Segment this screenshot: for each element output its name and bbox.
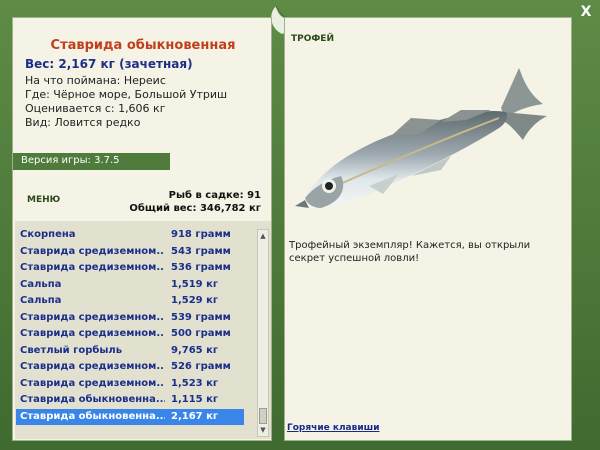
scroll-up-icon[interactable]: ▲ xyxy=(258,231,268,241)
location-info: Где: Чёрное море, Большой Утриш xyxy=(25,88,228,101)
catch-fish-weight: 1,529 кг xyxy=(171,295,219,306)
catch-fish-name: Сальпа xyxy=(20,295,62,306)
bait-info: На что поймана: Нереис xyxy=(25,74,166,87)
trophy-panel: ТРОФЕЙ Трофейный экземпляр! Кажется, вы … xyxy=(284,17,572,441)
catch-list-row[interactable]: Ставрида средиземном... 543 грамм xyxy=(16,244,244,261)
list-scrollbar[interactable]: ▲ ▼ xyxy=(257,229,269,437)
catch-fish-name: Ставрида обыкновенна... xyxy=(20,410,165,422)
fish-weight: Вес: 2,167 кг (зачетная) xyxy=(25,57,193,71)
rarity-info: Вид: Ловится редко xyxy=(25,116,141,129)
catch-fish-weight: 1,519 кг xyxy=(171,278,219,290)
catch-fish-weight: 500 грамм xyxy=(171,328,231,339)
catch-fish-name: Скорпена xyxy=(20,229,76,240)
catch-list-row[interactable]: Ставрида средиземном... 500 грамм xyxy=(16,326,244,343)
catch-fish-name: Сальпа xyxy=(20,278,62,290)
catch-fish-weight: 2,167 кг xyxy=(171,410,219,422)
version-bar: Версия игры: 3.7.5 xyxy=(13,153,170,170)
catch-fish-name: Ставрида средиземном... xyxy=(20,328,165,339)
scroll-down-icon[interactable]: ▼ xyxy=(258,425,268,435)
catch-fish-name: Ставрида средиземном... xyxy=(20,311,165,323)
catch-list-row[interactable]: Скорпена 918 грамм xyxy=(16,227,244,244)
catch-fish-weight: 1,115 кг xyxy=(171,394,219,405)
catch-fish-name: Ставрида средиземном... xyxy=(20,377,165,389)
fish-count: Рыб в садке: 91 xyxy=(168,190,261,201)
scroll-thumb[interactable] xyxy=(259,408,267,424)
catch-stats: Рыб в садке: 91 Общий вес: 346,782 кг xyxy=(129,189,261,215)
catch-fish-weight: 543 грамм xyxy=(171,245,231,257)
catch-list-row[interactable]: Ставрида обыкновенна... 2,167 кг xyxy=(16,408,244,425)
catch-fish-weight: 918 грамм xyxy=(171,229,231,240)
catch-fish-weight: 526 грамм xyxy=(171,361,231,372)
fish-title: Ставрида обыкновенная xyxy=(50,38,236,53)
catch-list-row[interactable]: Светлый горбыль 9,765 кг xyxy=(16,343,244,360)
catch-list-row[interactable]: Ставрида средиземном... 526 грамм xyxy=(16,359,244,376)
catch-fish-name: Ставрида обыкновенна... xyxy=(20,394,165,405)
catch-list-row[interactable]: Ставрида обыкновенна... 1,115 кг xyxy=(16,392,244,409)
menu-button[interactable]: МЕНЮ xyxy=(27,195,60,205)
catch-list-row[interactable]: Ставрида средиземном... 536 грамм xyxy=(16,260,244,277)
trophy-message: Трофейный экземпляр! Кажется, вы открыли… xyxy=(289,240,531,264)
catch-list: Скорпена 918 грамм Ставрида средиземном...… xyxy=(16,227,244,425)
catch-fish-weight: 9,765 кг xyxy=(171,344,219,356)
trophy-header: ТРОФЕЙ xyxy=(291,34,334,44)
catch-fish-weight: 539 грамм xyxy=(171,311,231,323)
catch-fish-name: Ставрида средиземном... xyxy=(20,361,165,372)
catch-fish-weight: 1,523 кг xyxy=(171,377,219,389)
catch-fish-weight: 536 грамм xyxy=(171,262,231,273)
catch-list-row[interactable]: Ставрида средиземном... 1,523 кг xyxy=(16,376,244,393)
catch-fish-name: Светлый горбыль xyxy=(20,344,123,356)
fish-info-panel: Ставрида обыкновенная Вес: 2,167 кг (зач… xyxy=(12,17,272,441)
catch-list-row[interactable]: Сальпа 1,529 кг xyxy=(16,293,244,310)
catch-list-row[interactable]: Ставрида средиземном... 539 грамм xyxy=(16,310,244,327)
hotkeys-link[interactable]: Горячие клавиши xyxy=(287,423,380,433)
catch-fish-name: Ставрида средиземном... xyxy=(20,262,165,273)
value-info: Оценивается с: 1,606 кг xyxy=(25,102,166,115)
fish-picture xyxy=(295,68,547,209)
close-button[interactable]: X xyxy=(578,4,594,20)
catch-list-area: Скорпена 918 грамм Ставрида средиземном...… xyxy=(15,221,271,439)
catch-fish-name: Ставрида средиземном... xyxy=(20,245,165,257)
catch-list-row[interactable]: Сальпа 1,519 кг xyxy=(16,277,244,294)
total-weight: Общий вес: 346,782 кг xyxy=(129,203,261,214)
